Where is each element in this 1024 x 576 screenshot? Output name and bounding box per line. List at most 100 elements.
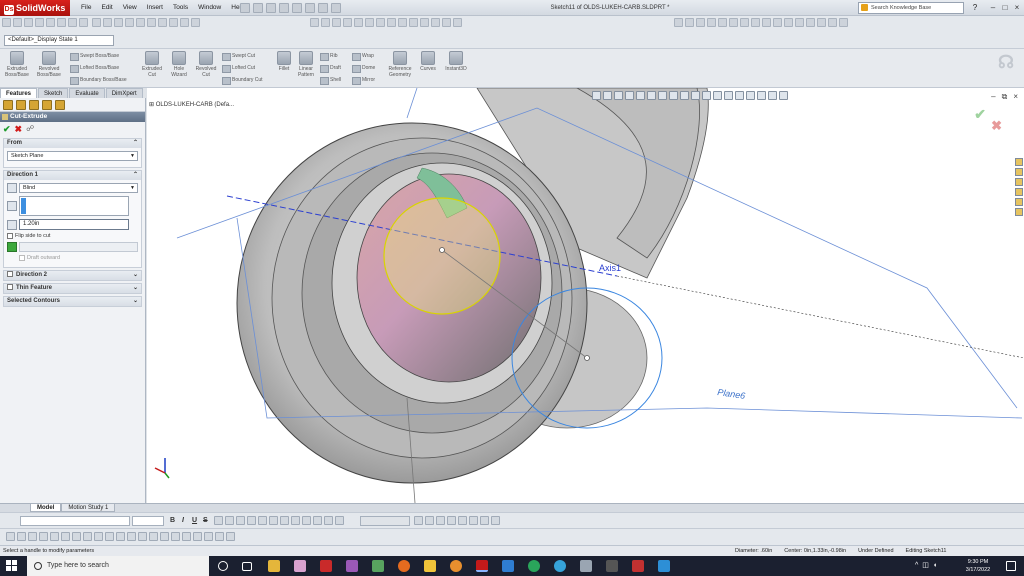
display-style-icon[interactable] [647, 91, 656, 100]
rotate-icon[interactable] [332, 18, 341, 27]
help-button[interactable]: ? [968, 2, 982, 14]
font-size-select[interactable] [132, 516, 164, 526]
confirm-corner-ok-icon[interactable]: ✔ [974, 106, 986, 123]
mirror-icon[interactable] [160, 532, 169, 541]
tool-icon[interactable] [784, 18, 793, 27]
rectangle-icon[interactable] [103, 18, 112, 27]
draft-button[interactable]: Draft [320, 64, 341, 73]
selected-contours-header[interactable]: Selected Contours ⌄ [4, 297, 141, 306]
tab-dimxpert[interactable]: DimXpert [105, 88, 143, 98]
section-view-icon[interactable] [354, 18, 363, 27]
tab-motion-study[interactable]: Motion Study 1 [61, 504, 116, 512]
view-icon[interactable] [713, 91, 722, 100]
tab-sketch[interactable]: Sketch [38, 88, 69, 98]
tool-icon[interactable] [740, 18, 749, 27]
tool-icon[interactable] [57, 18, 66, 27]
view-orientation-icon[interactable] [636, 91, 645, 100]
mirror-button[interactable]: Mirror [352, 76, 375, 85]
tool-icon[interactable] [839, 18, 848, 27]
tool-icon[interactable] [335, 516, 344, 525]
tool-icon[interactable] [313, 516, 322, 525]
sketch-circle[interactable] [383, 197, 501, 315]
numbering-icon[interactable] [280, 516, 289, 525]
custom-properties-icon[interactable] [1015, 208, 1023, 216]
flip-side-checkbox[interactable] [7, 233, 13, 239]
wrap-button[interactable]: Wrap [352, 52, 374, 61]
app-icon[interactable] [632, 560, 644, 572]
tool-icon[interactable] [302, 516, 311, 525]
offset-icon[interactable] [116, 532, 125, 541]
polygon-icon[interactable] [39, 532, 48, 541]
from-select[interactable]: Sketch Plane ▼ [7, 151, 138, 161]
thin-feature-header[interactable]: Thin Feature ⌄ [4, 284, 141, 293]
circle-icon[interactable] [114, 18, 123, 27]
realview-icon[interactable] [431, 18, 440, 27]
tool-icon[interactable] [425, 516, 434, 525]
tool-icon[interactable] [674, 18, 683, 27]
menu-tools[interactable]: Tools [168, 0, 193, 16]
open-icon[interactable] [253, 3, 263, 13]
align-right-icon[interactable] [236, 516, 245, 525]
offset-icon[interactable] [158, 18, 167, 27]
swept-boss-button[interactable]: Swept Boss/Base [70, 52, 119, 61]
tool-icon[interactable] [795, 18, 804, 27]
tool-icon[interactable] [24, 18, 33, 27]
file-explorer-icon[interactable] [1015, 178, 1023, 186]
view-palette-icon[interactable] [1015, 188, 1023, 196]
draft-icon[interactable] [7, 242, 17, 252]
underline-icon[interactable]: U [192, 516, 197, 526]
draft-angle-field[interactable] [19, 242, 138, 252]
scene-icon[interactable] [409, 18, 418, 27]
dome-button[interactable]: Dome [352, 64, 375, 73]
hide-items-icon[interactable] [658, 91, 667, 100]
view-settings-icon[interactable] [420, 18, 429, 27]
rectangle-icon[interactable] [28, 532, 37, 541]
direction1-header[interactable]: Direction 1 ⌃ [4, 171, 141, 180]
expand-icon[interactable]: ⌄ [133, 297, 138, 306]
tool-icon[interactable] [458, 516, 467, 525]
tool-icon[interactable] [13, 18, 22, 27]
tab-features[interactable]: Features [0, 88, 38, 98]
feature-tree-icon[interactable] [3, 100, 13, 110]
revolved-boss-button[interactable]: Revolved Boss/Base [34, 51, 64, 78]
resources-icon[interactable] [1015, 158, 1023, 166]
view-icon[interactable] [702, 91, 711, 100]
reverse-direction-icon[interactable] [7, 183, 17, 193]
volume-icon[interactable]: ◖ [933, 556, 937, 576]
chrome-icon[interactable] [528, 560, 540, 572]
menu-edit[interactable]: Edit [96, 0, 117, 16]
configuration-manager-icon[interactable] [29, 100, 39, 110]
tab-evaluate[interactable]: Evaluate [69, 88, 105, 98]
tool-icon[interactable] [696, 18, 705, 27]
dimension-icon[interactable] [180, 18, 189, 27]
thin-feature-checkbox[interactable] [7, 284, 13, 290]
property-manager-icon[interactable] [16, 100, 26, 110]
tool-icon[interactable] [718, 18, 727, 27]
view-icon[interactable] [779, 91, 788, 100]
move-icon[interactable] [182, 532, 191, 541]
convert-icon[interactable] [127, 532, 136, 541]
rotate-icon[interactable] [193, 532, 202, 541]
chevron-up-icon[interactable]: ^ [915, 556, 918, 576]
shadows-icon[interactable] [442, 18, 451, 27]
chamfer-icon[interactable] [105, 532, 114, 541]
text-icon[interactable] [226, 532, 235, 541]
pan-icon[interactable] [343, 18, 352, 27]
cancel-button[interactable]: ✖ [15, 124, 23, 134]
bullets-icon[interactable] [269, 516, 278, 525]
extend-icon[interactable] [149, 532, 158, 541]
line-icon[interactable] [92, 18, 101, 27]
scale-icon[interactable] [204, 532, 213, 541]
menu-file[interactable]: File [76, 0, 96, 16]
minimize-icon[interactable]: – [991, 92, 995, 102]
close-icon[interactable]: × [1012, 2, 1022, 14]
align-center-icon[interactable] [225, 516, 234, 525]
solidworks-active-icon[interactable] [476, 560, 488, 572]
direction2-checkbox[interactable] [7, 271, 13, 277]
menu-view[interactable]: View [118, 0, 142, 16]
select-icon[interactable] [305, 3, 315, 13]
minimize-icon[interactable]: – [988, 2, 998, 14]
from-header[interactable]: From ⌃ [4, 139, 141, 148]
tool-icon[interactable] [414, 516, 423, 525]
tool-icon[interactable] [436, 516, 445, 525]
